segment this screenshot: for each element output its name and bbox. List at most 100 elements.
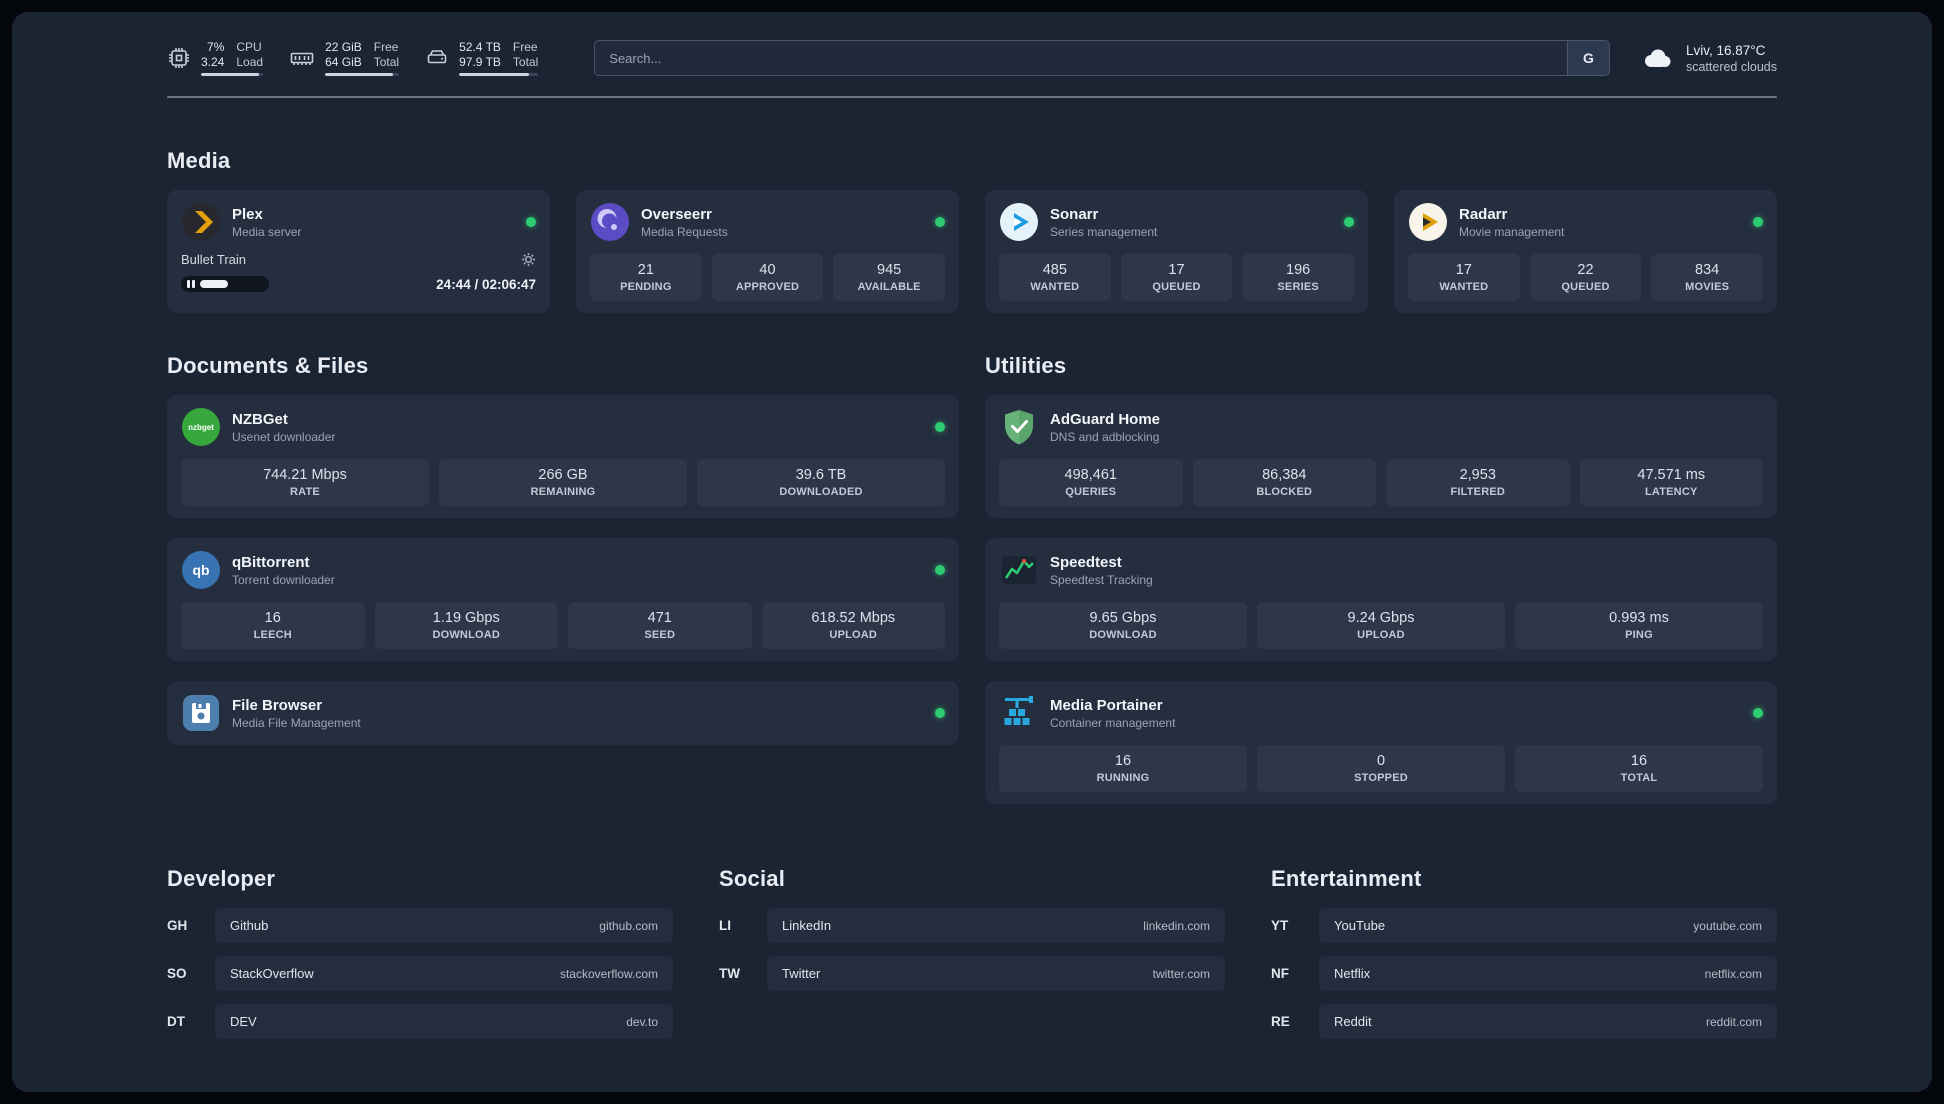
bookmark-abbr: YT — [1271, 918, 1289, 933]
status-dot — [1753, 708, 1763, 718]
section-title-social: Social — [719, 866, 786, 891]
playback-time: 24:44 / 02:06:47 — [436, 276, 536, 292]
stat-value: 2,953 — [1459, 467, 1496, 483]
ram-free-value: 22 GiB — [325, 40, 362, 54]
pause-icon[interactable] — [187, 280, 195, 288]
plex-card[interactable]: Plex Media server Bullet Train 24:44 / 0… — [167, 190, 550, 313]
topbar-divider — [167, 96, 1777, 98]
weather-widget[interactable]: Lviv, 16.87°C scattered clouds — [1640, 43, 1777, 74]
stat-value: 945 — [877, 262, 902, 278]
app-name: Radarr — [1459, 205, 1508, 223]
bookmark-twitter[interactable]: Twitter twitter.com — [767, 956, 1225, 991]
status-dot — [935, 565, 945, 575]
app-name: File Browser — [232, 696, 323, 714]
stat-value: 0 — [1376, 753, 1386, 769]
bookmark-name: Github — [230, 918, 269, 933]
status-dot — [1753, 217, 1763, 227]
stat-label: WANTED — [1030, 281, 1080, 293]
dashboard: 7% 3.24 CPU Load 22 GiB 64 GiB Free Tota… — [12, 12, 1932, 1092]
bookmark-dev[interactable]: DEV dev.to — [215, 1004, 673, 1039]
app-subtitle: DNS and adblocking — [1050, 429, 1160, 444]
stat-tile: 16 RUNNING — [999, 745, 1247, 792]
overseerr-icon — [590, 202, 630, 242]
stat-value: 39.6 TB — [795, 467, 847, 483]
memory-icon — [289, 46, 315, 70]
stat-value: 498,461 — [1064, 467, 1117, 483]
app-name: Plex — [232, 205, 263, 223]
stat-tile: 17 WANTED — [1408, 254, 1520, 301]
bookmark-url: twitter.com — [1152, 966, 1210, 981]
bookmark-row: NF Netflix netflix.com — [1271, 956, 1777, 991]
sonarr-card[interactable]: Sonarr Series management 485 WANTED 17 Q… — [985, 190, 1368, 313]
stat-tile: 16 LEECH — [181, 602, 365, 649]
stat-label: REMAINING — [530, 486, 596, 498]
stat-tile: 22 QUEUED — [1529, 254, 1642, 301]
section-media: Media Plex Media server Bullet Train 24:… — [167, 148, 1777, 313]
search-engine-button[interactable]: G — [1566, 41, 1609, 75]
bookmark-name: Netflix — [1334, 966, 1371, 981]
status-dot — [935, 217, 945, 227]
sonarr-icon — [999, 202, 1039, 242]
disk-progress-bar — [459, 73, 539, 76]
bookmark-netflix[interactable]: Netflix netflix.com — [1319, 956, 1777, 991]
cpu-label: CPU — [236, 40, 262, 54]
adguard-card[interactable]: AdGuard Home DNS and adblocking 498,461 … — [985, 395, 1777, 518]
filebrowser-card[interactable]: File Browser Media File Management — [167, 681, 959, 745]
stat-tile: 0 STOPPED — [1257, 745, 1505, 792]
speedtest-card[interactable]: Speedtest Speedtest Tracking 9.65 Gbps D… — [985, 538, 1777, 661]
playback-progress-bar[interactable] — [181, 276, 269, 292]
search-input[interactable] — [594, 40, 1610, 76]
app-name: Sonarr — [1050, 205, 1099, 223]
qbittorrent-card[interactable]: qb qBittorrent Torrent downloader 16 LEE… — [167, 538, 959, 661]
bookmark-abbr: SO — [167, 966, 187, 981]
stat-value: 485 — [1042, 262, 1067, 278]
disk-widget: 52.4 TB 97.9 TB Free Total — [425, 40, 539, 76]
stat-label: MOVIES — [1685, 281, 1730, 293]
stat-label: APPROVED — [735, 281, 800, 293]
nzbget-card[interactable]: nzbget NZBGet Usenet downloader 744.21 M… — [167, 395, 959, 518]
stat-label: QUEUED — [1152, 281, 1201, 293]
stat-value: 744.21 Mbps — [263, 467, 347, 483]
bookmark-stackoverflow[interactable]: StackOverflow stackoverflow.com — [215, 956, 673, 991]
bookmark-url: netflix.com — [1704, 966, 1762, 981]
bookmark-youtube[interactable]: YouTube youtube.com — [1319, 908, 1777, 943]
bookmark-url: github.com — [599, 918, 658, 933]
radarr-card[interactable]: Radarr Movie management 17 WANTED 22 QUE… — [1394, 190, 1777, 313]
cpu-widget: 7% 3.24 CPU Load — [167, 40, 264, 76]
memory-widget: 22 GiB 64 GiB Free Total — [289, 40, 400, 76]
ram-free-label: Free — [373, 40, 399, 54]
ram-progress-bar — [325, 73, 400, 76]
stat-label: LEECH — [253, 629, 292, 641]
stat-value: 618.52 Mbps — [811, 610, 896, 626]
stat-tile: 266 GB REMAINING — [439, 459, 687, 506]
bookmark-name: Twitter — [782, 966, 821, 981]
gear-icon[interactable] — [521, 252, 536, 267]
stat-label: RATE — [290, 486, 320, 498]
bookmark-github[interactable]: Github github.com — [215, 908, 673, 943]
bookmark-linkedin[interactable]: LinkedIn linkedin.com — [767, 908, 1225, 943]
stat-label: LATENCY — [1644, 486, 1698, 498]
plex-icon — [181, 202, 221, 242]
app-subtitle: Torrent downloader — [232, 572, 335, 587]
stat-tile: 196 SERIES — [1242, 254, 1354, 301]
app-subtitle: Usenet downloader — [232, 429, 336, 444]
bookmark-row: DT DEV dev.to — [167, 1004, 673, 1039]
portainer-card[interactable]: Media Portainer Container management 16 … — [985, 681, 1777, 804]
stat-value: 22 — [1577, 262, 1594, 278]
stat-value: 40 — [759, 262, 776, 278]
bookmark-name: DEV — [230, 1014, 257, 1029]
stat-tile: 471 SEED — [568, 602, 752, 649]
stat-tile: 47.571 ms LATENCY — [1579, 459, 1763, 506]
bookmark-reddit[interactable]: Reddit reddit.com — [1319, 1004, 1777, 1039]
stat-label: RUNNING — [1096, 772, 1150, 784]
section-entertainment: Entertainment YT YouTube youtube.com NF … — [1271, 866, 1777, 1039]
stat-label: FILTERED — [1450, 486, 1506, 498]
stat-value: 0.993 ms — [1609, 610, 1669, 626]
speedtest-icon — [999, 550, 1039, 590]
overseerr-card[interactable]: Overseerr Media Requests 21 PENDING 40 A… — [576, 190, 959, 313]
stat-tile: 86,384 BLOCKED — [1192, 459, 1376, 506]
section-utilities: Utilities AdGuard Home DNS and adblockin… — [985, 353, 1777, 804]
stat-value: 17 — [1455, 262, 1472, 278]
section-title-entertainment: Entertainment — [1271, 866, 1422, 891]
stat-value: 9.24 Gbps — [1347, 610, 1415, 626]
